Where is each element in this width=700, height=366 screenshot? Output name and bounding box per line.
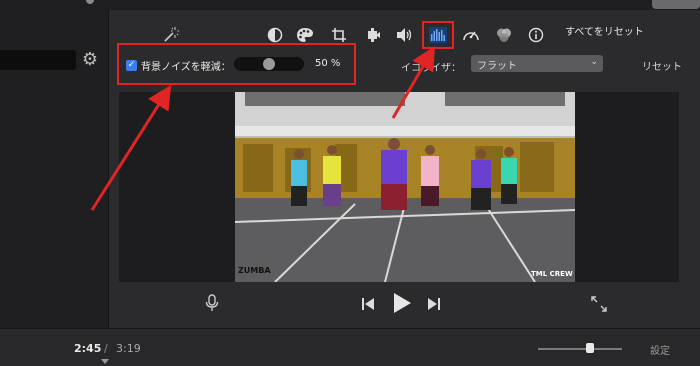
chevron-down-icon: ⌄ [590,57,598,67]
total-time: 3:19 [116,342,141,355]
zumba-watermark: ZUMBA [238,266,271,275]
info-icon[interactable] [524,24,548,46]
volume-icon[interactable] [393,24,417,46]
viewer-panel: すべてをリセット ✓ 背景ノイズを軽減： 50 % イコライザ： フラット ⌄ … [109,10,700,328]
fullscreen-icon[interactable] [590,295,608,317]
timeline-bar: 2:45 / 3:19 設定 [0,328,700,366]
noise-reduction-value: 50 % [315,58,341,69]
gear-icon[interactable]: ⚙ [80,50,100,70]
noise-reduction-slider-knob[interactable] [263,58,275,70]
noise-reduction-slider[interactable] [234,57,304,71]
window-top-strip [0,0,700,10]
noise-reduction-control: ✓ 背景ノイズを軽減： 50 % [117,43,356,85]
stabilization-camera-icon[interactable] [361,24,385,46]
window-indicator [86,0,94,4]
crew-watermark: TML CREW [531,270,573,278]
play-icon[interactable] [392,292,412,318]
equalizer-dropdown[interactable]: フラット ⌄ [471,55,603,72]
microphone-icon[interactable] [204,294,220,312]
next-icon[interactable] [427,296,441,315]
search-field[interactable] [0,50,76,70]
previous-icon[interactable] [361,296,375,315]
equalizer-label: イコライザ： [401,63,461,74]
noise-reduction-checkbox[interactable]: ✓ [126,60,137,71]
clip-filter-icon[interactable] [492,24,516,46]
equalizer-reset-button[interactable]: リセット [642,58,682,73]
noise-reduction-equalizer-icon[interactable] [422,21,454,49]
equalizer-selected-value: フラット [477,61,517,72]
reset-all-button[interactable]: すべてをリセット [565,23,644,38]
browser-sidebar: ⚙ [0,10,109,328]
settings-button[interactable]: 設定 [650,342,670,357]
speed-gauge-icon[interactable] [459,24,483,46]
zoom-slider[interactable] [538,343,622,353]
time-separator: / [104,342,108,355]
zoom-slider-knob[interactable] [586,343,595,353]
current-time: 2:45 [74,342,102,355]
top-right-button[interactable] [652,0,700,9]
noise-reduction-label: 背景ノイズを軽減： [141,62,231,73]
video-scene [235,92,575,282]
playhead-marker[interactable] [101,359,109,364]
video-frame[interactable]: ZUMBA TML CREW [235,92,575,282]
timeline-header: 2:45 / 3:19 設定 [0,333,700,359]
